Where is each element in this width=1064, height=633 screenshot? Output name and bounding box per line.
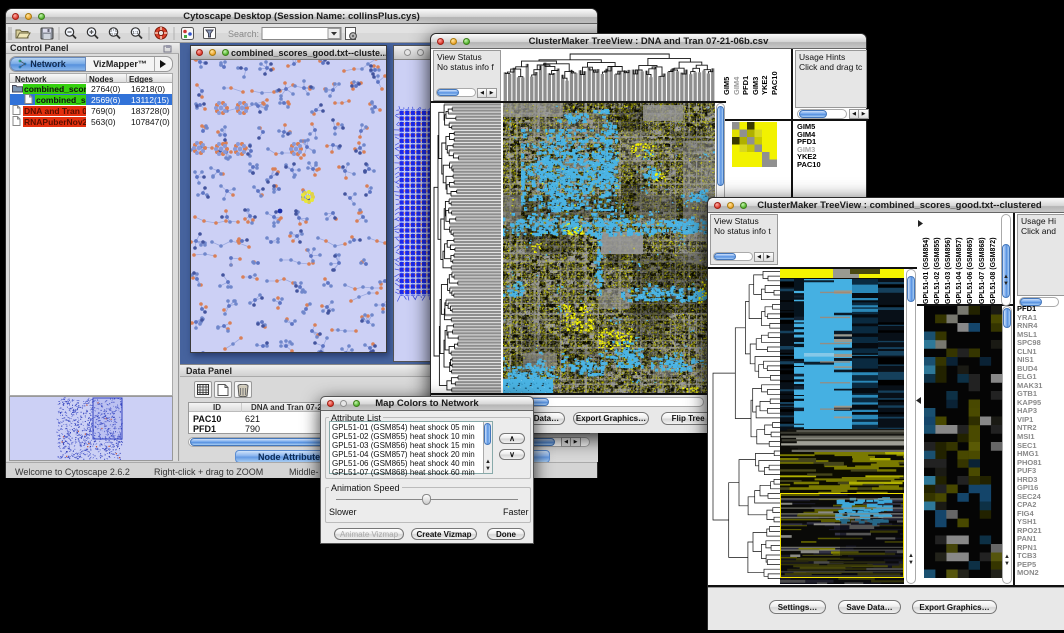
svg-text:Search:: Search: [228, 29, 259, 39]
svg-text:1:1: 1:1 [132, 30, 139, 35]
